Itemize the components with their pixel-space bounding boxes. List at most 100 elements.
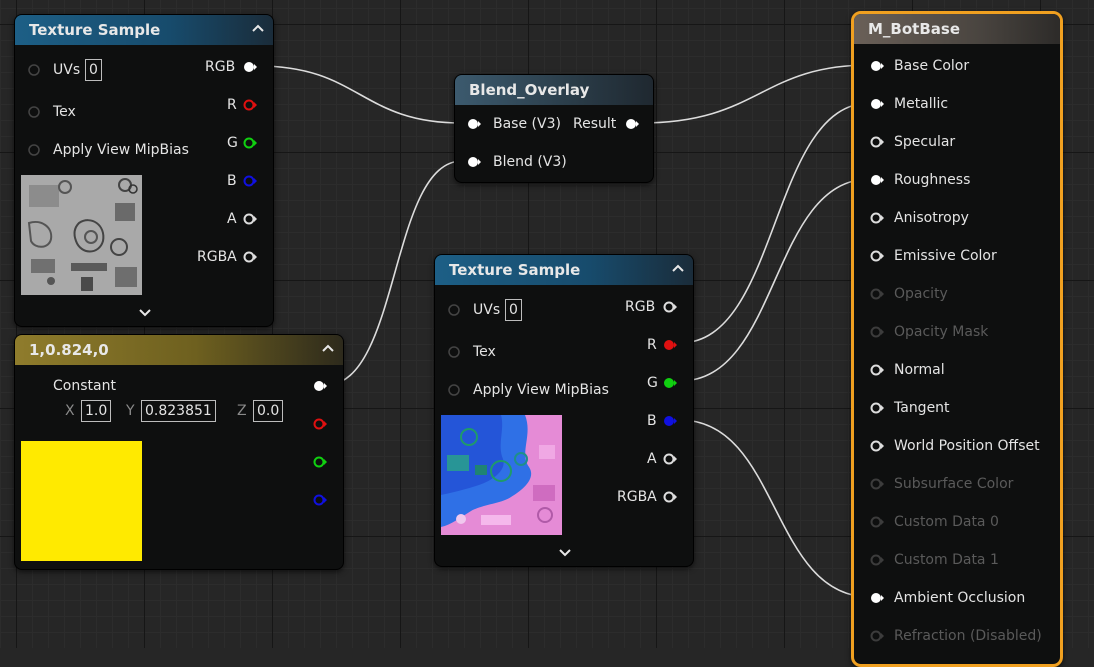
node-header[interactable]: 1,0.824,0 bbox=[15, 335, 343, 365]
pin-input-opacity[interactable] bbox=[870, 288, 884, 300]
node-header[interactable]: Texture Sample bbox=[15, 15, 273, 45]
pin-label: Normal bbox=[894, 362, 945, 378]
pin-label: Tex bbox=[53, 104, 76, 120]
pin-mipbias-input[interactable] bbox=[447, 384, 461, 396]
pin-r-output[interactable] bbox=[313, 418, 327, 430]
pin-uvs-input[interactable] bbox=[447, 304, 461, 316]
pin-b-output[interactable] bbox=[313, 494, 327, 506]
uvs-value-field[interactable]: 0 bbox=[505, 299, 522, 321]
pin-label: Apply View MipBias bbox=[473, 382, 609, 398]
pin-label: B bbox=[647, 413, 657, 429]
pin-label: G bbox=[227, 135, 238, 151]
pin-rgba-output[interactable] bbox=[243, 251, 257, 263]
z-value-field[interactable]: 0.0 bbox=[253, 400, 284, 422]
node-title: 1,0.824,0 bbox=[29, 341, 109, 359]
pin-label: R bbox=[227, 97, 237, 113]
pin-label: Ambient Occlusion bbox=[894, 590, 1026, 606]
texture-sample-node-2[interactable]: Texture Sample UVs 0 Tex Apply View MipB… bbox=[434, 254, 694, 567]
pin-b-output[interactable] bbox=[243, 175, 257, 187]
uvs-value-field[interactable]: 0 bbox=[85, 59, 102, 81]
node-header[interactable]: M_BotBase bbox=[854, 14, 1060, 44]
x-value-field[interactable]: 1.0 bbox=[81, 400, 112, 422]
pin-label: G bbox=[647, 375, 658, 391]
pin-input-opacity-mask[interactable] bbox=[870, 326, 884, 338]
collapse-icon[interactable] bbox=[321, 341, 335, 355]
y-value-field[interactable]: 0.823851 bbox=[141, 400, 216, 422]
pin-label: Refraction (Disabled) bbox=[894, 628, 1042, 644]
pin-b-output[interactable] bbox=[663, 415, 677, 427]
pin-label: Base Color bbox=[894, 58, 970, 74]
pin-label: RGBA bbox=[197, 249, 237, 265]
node-title: Texture Sample bbox=[29, 21, 161, 39]
pin-input-custom-data-0[interactable] bbox=[870, 516, 884, 528]
texture-sample-node-1[interactable]: Texture Sample UVs 0 Tex Apply View MipB… bbox=[14, 14, 274, 327]
pin-a-output[interactable] bbox=[663, 453, 677, 465]
node-header[interactable]: Texture Sample bbox=[435, 255, 693, 285]
pin-g-output[interactable] bbox=[243, 137, 257, 149]
node-header[interactable]: Blend_Overlay bbox=[455, 75, 653, 105]
pin-blend-input[interactable] bbox=[467, 156, 481, 168]
collapse-icon[interactable] bbox=[671, 261, 685, 275]
pin-input-specular[interactable] bbox=[870, 136, 884, 148]
pin-input-emissive-color[interactable] bbox=[870, 250, 884, 262]
pin-label: Opacity bbox=[894, 286, 948, 302]
y-axis-label: Y bbox=[126, 403, 135, 419]
node-title: Texture Sample bbox=[449, 261, 581, 279]
pin-result-output[interactable] bbox=[625, 118, 639, 130]
pin-rgb-output[interactable] bbox=[663, 301, 677, 313]
wire-b-to-ao bbox=[679, 419, 871, 598]
pin-label: Metallic bbox=[894, 96, 949, 112]
collapse-icon[interactable] bbox=[251, 21, 265, 35]
blend-overlay-node[interactable]: Blend_Overlay Base (V3) Blend (V3) Resul… bbox=[454, 74, 654, 183]
pin-input-metallic[interactable] bbox=[870, 98, 884, 110]
pin-rgb-output[interactable] bbox=[243, 61, 257, 73]
pin-label: RGBA bbox=[617, 489, 657, 505]
pin-base-input[interactable] bbox=[467, 118, 481, 130]
pin-input-base-color[interactable] bbox=[870, 60, 884, 72]
pin-label: UVs bbox=[53, 62, 81, 78]
pin-input-custom-data-1[interactable] bbox=[870, 554, 884, 566]
pin-mipbias-input[interactable] bbox=[27, 144, 41, 156]
pin-input-ambient-occlusion[interactable] bbox=[870, 592, 884, 604]
pin-rgba-output[interactable] bbox=[663, 491, 677, 503]
wire-g-to-roughness bbox=[679, 178, 871, 382]
pin-r-output[interactable] bbox=[663, 339, 677, 351]
pin-g-output[interactable] bbox=[313, 456, 327, 468]
pin-label: A bbox=[647, 451, 657, 467]
pin-label: UVs bbox=[473, 302, 501, 318]
pin-tex-input[interactable] bbox=[27, 106, 41, 118]
pin-label: Custom Data 0 bbox=[894, 514, 999, 530]
pin-input-normal[interactable] bbox=[870, 364, 884, 376]
color-swatch bbox=[21, 441, 142, 561]
wire-rgb-to-base bbox=[257, 65, 463, 124]
pin-label: Blend (V3) bbox=[493, 154, 567, 170]
pin-input-world-position-offset[interactable] bbox=[870, 440, 884, 452]
pin-label: R bbox=[647, 337, 657, 353]
pin-input-roughness[interactable] bbox=[870, 174, 884, 186]
pin-a-output[interactable] bbox=[243, 213, 257, 225]
pin-tex-input[interactable] bbox=[447, 346, 461, 358]
pin-input-subsurface-color[interactable] bbox=[870, 478, 884, 490]
pin-uvs-input[interactable] bbox=[27, 64, 41, 76]
expand-chevron-icon[interactable] bbox=[558, 548, 572, 558]
expand-chevron-icon[interactable] bbox=[138, 308, 152, 318]
material-result-node[interactable]: M_BotBase Base Color Metallic Specular Roug… bbox=[851, 11, 1063, 667]
pin-input-tangent[interactable] bbox=[870, 402, 884, 414]
pin-g-output[interactable] bbox=[663, 377, 677, 389]
pin-label: Tex bbox=[473, 344, 496, 360]
constant3vector-node[interactable]: 1,0.824,0 Constant X 1.0 Y 0.823851 Z 0.… bbox=[14, 334, 344, 570]
pin-r-output[interactable] bbox=[243, 99, 257, 111]
pin-input-anisotropy[interactable] bbox=[870, 212, 884, 224]
pin-label: Roughness bbox=[894, 172, 971, 188]
pin-label: RGB bbox=[205, 59, 236, 75]
wire-r-to-metallic bbox=[679, 102, 871, 344]
pin-rgb-output[interactable] bbox=[313, 380, 327, 392]
x-axis-label: X bbox=[65, 403, 75, 419]
pin-input-refraction-disabled[interactable] bbox=[870, 630, 884, 642]
pin-label: A bbox=[227, 211, 237, 227]
pin-label: RGB bbox=[625, 299, 656, 315]
pin-label: Specular bbox=[894, 134, 956, 150]
pin-label: Base (V3) bbox=[493, 116, 561, 132]
pin-label: Emissive Color bbox=[894, 248, 997, 264]
texture-preview-ao bbox=[21, 175, 142, 295]
